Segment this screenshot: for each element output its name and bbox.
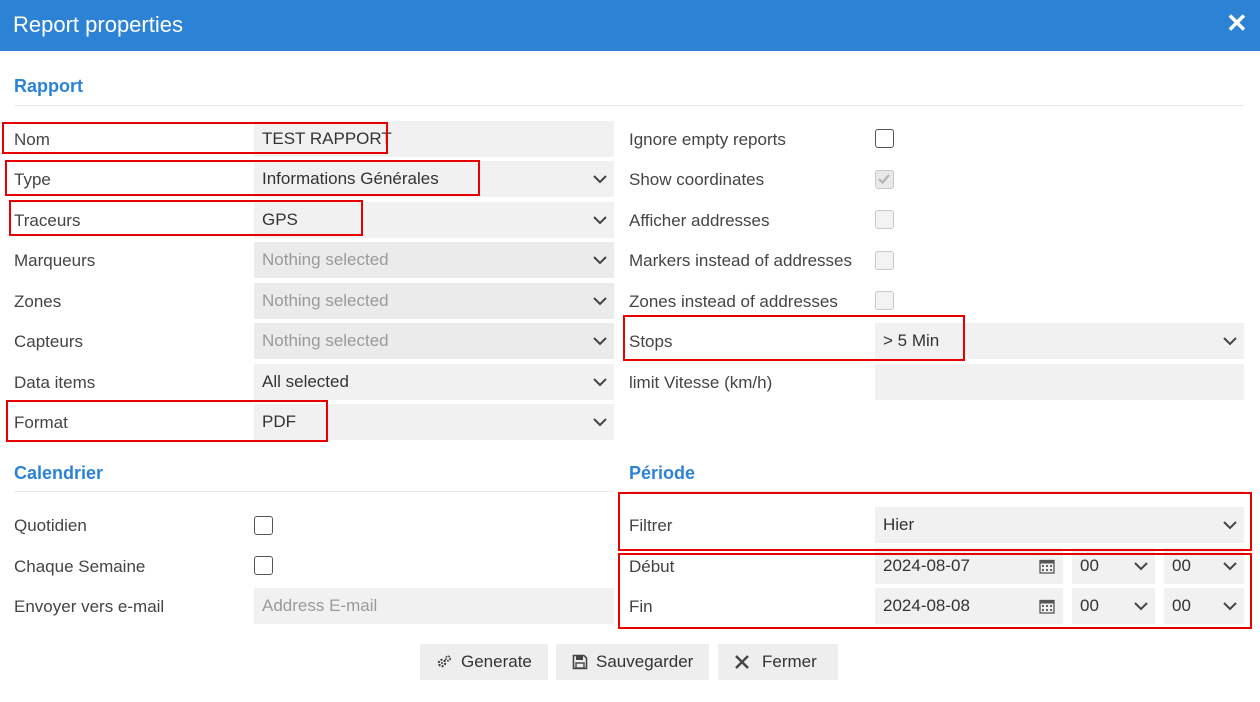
checkmark-icon (878, 174, 890, 185)
debut-label: Début (629, 557, 675, 576)
close-button[interactable]: Fermer (718, 644, 838, 680)
type-label: Type (14, 170, 51, 189)
nom-value: TEST RAPPORT (262, 129, 392, 148)
type-value: Informations Générales (262, 169, 439, 188)
debut-date-input[interactable]: 2024-08-07 (875, 548, 1063, 584)
zones-select[interactable]: Nothing selected (254, 283, 614, 319)
section-divider (14, 105, 1244, 106)
fin-hour-select[interactable]: 00 (1072, 588, 1155, 624)
capteurs-label: Capteurs (14, 332, 83, 351)
stops-label: Stops (629, 332, 673, 351)
nom-input[interactable]: TEST RAPPORT (254, 121, 614, 157)
dialog-title: Report properties (13, 12, 183, 37)
debut-minute-value: 00 (1172, 556, 1191, 575)
chevron-down-icon (592, 171, 608, 187)
chevron-down-icon (1222, 598, 1238, 614)
capteurs-select[interactable]: Nothing selected (254, 323, 614, 359)
close-icon[interactable]: ✕ (1226, 10, 1248, 36)
fin-minute-value: 00 (1172, 596, 1191, 615)
markers-instead-checkbox[interactable] (875, 251, 894, 270)
nom-label: Nom (14, 130, 50, 149)
limit-vitesse-input[interactable] (875, 364, 1244, 400)
marqueurs-select[interactable]: Nothing selected (254, 242, 614, 278)
gears-icon (436, 654, 452, 670)
calendar-icon[interactable] (1039, 558, 1055, 574)
floppy-disk-icon (572, 654, 588, 670)
show-coordinates-checkbox[interactable] (875, 170, 894, 189)
data-items-select[interactable]: All selected (254, 364, 614, 400)
section-title-rapport: Rapport (14, 76, 83, 96)
traceurs-label: Traceurs (14, 211, 81, 230)
fin-minute-select[interactable]: 00 (1164, 588, 1244, 624)
chaque-semaine-label: Chaque Semaine (14, 557, 146, 576)
stops-select[interactable]: > 5 Min (875, 323, 1244, 359)
markers-instead-label: Markers instead of addresses (629, 251, 852, 270)
format-label: Format (14, 413, 68, 432)
filtrer-select[interactable]: Hier (875, 507, 1244, 543)
marqueurs-label: Marqueurs (14, 251, 96, 270)
zones-label: Zones (14, 292, 62, 311)
debut-date-value: 2024-08-07 (883, 556, 970, 575)
chevron-down-icon (1222, 517, 1238, 533)
quotidien-label: Quotidien (14, 516, 87, 535)
zones-placeholder: Nothing selected (262, 291, 389, 310)
debut-hour-select[interactable]: 00 (1072, 548, 1155, 584)
zones-instead-checkbox[interactable] (875, 291, 894, 310)
dialog-titlebar: Report properties ✕ (0, 0, 1260, 51)
quotidien-checkbox[interactable] (254, 516, 273, 535)
data-items-label: Data items (14, 373, 96, 392)
chevron-down-icon (592, 414, 608, 430)
ignore-empty-checkbox[interactable] (875, 129, 894, 148)
close-button-label: Fermer (762, 652, 817, 671)
fin-hour-value: 00 (1080, 596, 1099, 615)
chevron-down-icon (592, 333, 608, 349)
section-title-periode: Période (629, 463, 696, 483)
limit-vitesse-label: limit Vitesse (km/h) (629, 373, 773, 392)
show-coordinates-label: Show coordinates (629, 170, 765, 189)
save-button[interactable]: Sauvegarder (556, 644, 709, 680)
filtrer-label: Filtrer (629, 516, 673, 535)
generate-button[interactable]: Generate (420, 644, 548, 680)
zones-instead-label: Zones instead of addresses (629, 292, 838, 311)
type-select[interactable]: Informations Générales (254, 161, 614, 197)
chevron-down-icon (592, 293, 608, 309)
chaque-semaine-checkbox[interactable] (254, 556, 273, 575)
save-button-label: Sauvegarder (596, 652, 694, 671)
fin-label: Fin (629, 597, 653, 616)
afficher-addresses-label: Afficher addresses (629, 211, 770, 230)
section-divider (14, 491, 614, 492)
afficher-addresses-checkbox[interactable] (875, 210, 894, 229)
ignore-empty-label: Ignore empty reports (629, 130, 786, 149)
close-icon (734, 654, 750, 670)
traceurs-select[interactable]: GPS (254, 202, 614, 238)
chevron-down-icon (592, 374, 608, 390)
fin-date-input[interactable]: 2024-08-08 (875, 588, 1063, 624)
section-divider (629, 491, 1244, 492)
chevron-down-icon (592, 252, 608, 268)
fin-date-value: 2024-08-08 (883, 596, 970, 615)
debut-minute-select[interactable]: 00 (1164, 548, 1244, 584)
chevron-down-icon (1133, 598, 1149, 614)
filtrer-value: Hier (883, 515, 915, 534)
email-input[interactable]: Address E-mail (254, 588, 614, 624)
chevron-down-icon (592, 212, 608, 228)
data-items-value: All selected (262, 372, 349, 391)
chevron-down-icon (1222, 558, 1238, 574)
stops-value: > 5 Min (883, 331, 940, 350)
email-label: Envoyer vers e-mail (14, 597, 165, 616)
section-title-calendrier: Calendrier (14, 463, 104, 483)
format-select[interactable]: PDF (254, 404, 614, 440)
email-placeholder: Address E-mail (262, 596, 378, 615)
marqueurs-placeholder: Nothing selected (262, 250, 389, 269)
format-value: PDF (262, 412, 296, 431)
chevron-down-icon (1222, 333, 1238, 349)
capteurs-placeholder: Nothing selected (262, 331, 389, 350)
debut-hour-value: 00 (1080, 556, 1099, 575)
chevron-down-icon (1133, 558, 1149, 574)
generate-button-label: Generate (461, 652, 532, 671)
calendar-icon[interactable] (1039, 598, 1055, 614)
traceurs-value: GPS (262, 210, 298, 229)
